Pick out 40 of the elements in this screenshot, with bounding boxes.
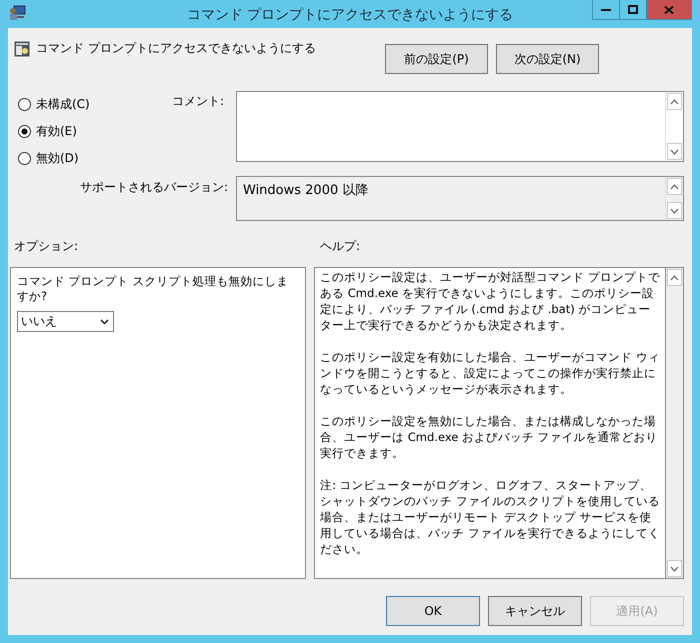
help-paragraph: このポリシー設定を有効にした場合、ユーザーがコマンド ウィンドウを開こうとすると、設定によってこの操作が実行禁止になっているというメッセージが表示されます。	[320, 349, 660, 397]
supported-value: Windows 2000 以降	[242, 182, 370, 200]
ok-button[interactable]: OK	[386, 596, 480, 626]
dropdown[interactable]: いいえ	[17, 311, 114, 332]
supported-label: サポートされるバージョン:	[78, 179, 229, 196]
app-icon	[9, 5, 27, 21]
radio-button[interactable]	[18, 98, 31, 110]
cancel-button[interactable]: キャンセル	[488, 596, 582, 626]
help-label: ヘルプ:	[320, 238, 360, 255]
option-prompt: コマンド プロンプト スクリプト処理も無効にしますか?	[17, 274, 290, 304]
next-button[interactable]: 次の設定(N)	[496, 44, 599, 74]
maximize-button[interactable]	[619, 0, 646, 20]
radio-button[interactable]	[18, 124, 31, 138]
scroll-up-icon[interactable]	[670, 274, 679, 280]
options-label: オプション:	[13, 238, 80, 255]
minimize-icon	[601, 8, 611, 11]
maximize-icon	[628, 5, 638, 14]
scroll-up-icon[interactable]	[670, 184, 679, 190]
radio-label[interactable]: 無効(D)	[36, 150, 79, 166]
scroll-down-icon[interactable]	[670, 208, 679, 214]
help-paragraph: このポリシー設定は、ユーザーが対話型コマンド プロンプトである Cmd.exe を実行できないようにします。このポリシー設定により、バッチ ファイル (.cmd および .bat) がコンピューター上で実行できるかどうかも決定されます。	[320, 269, 660, 333]
window-title: コマンド プロンプトにアクセスできないようにする	[186, 6, 514, 24]
scroll-up-icon[interactable]	[670, 98, 679, 104]
radio-label[interactable]: 未構成(C)	[36, 96, 90, 112]
policy-title: コマンド プロンプトにアクセスできないようにする	[36, 40, 316, 57]
chevron-down-icon	[100, 318, 109, 324]
policy-icon	[14, 40, 30, 56]
close-icon	[664, 6, 674, 14]
help-paragraph: 注: コンピューターがログオン、ログオフ、スタートアップ、シャットダウンのバッチ ファイルのスクリプトを使用している場合、またはユーザーがリモート デスクトップ サービスを使用している場合は、バッチ ファイルを実行できるようにしてください。	[320, 477, 660, 557]
radio-label[interactable]: 有効(E)	[36, 122, 77, 140]
comment-field[interactable]	[236, 91, 684, 162]
scroll-down-icon[interactable]	[670, 148, 679, 154]
dropdown-value: いいえ	[21, 313, 57, 330]
minimize-button[interactable]	[592, 0, 619, 20]
previous-button[interactable]: 前の設定(P)	[385, 44, 488, 74]
help-paragraph: このポリシー設定を無効にした場合、または構成しなかった場合、ユーザーは Cmd.exe およびバッチ ファイルを通常どおり実行できます。	[320, 413, 659, 461]
scroll-down-icon[interactable]	[670, 566, 679, 572]
comment-label: コメント:	[170, 93, 225, 110]
close-button[interactable]	[646, 0, 692, 20]
radio-button[interactable]	[18, 152, 31, 164]
